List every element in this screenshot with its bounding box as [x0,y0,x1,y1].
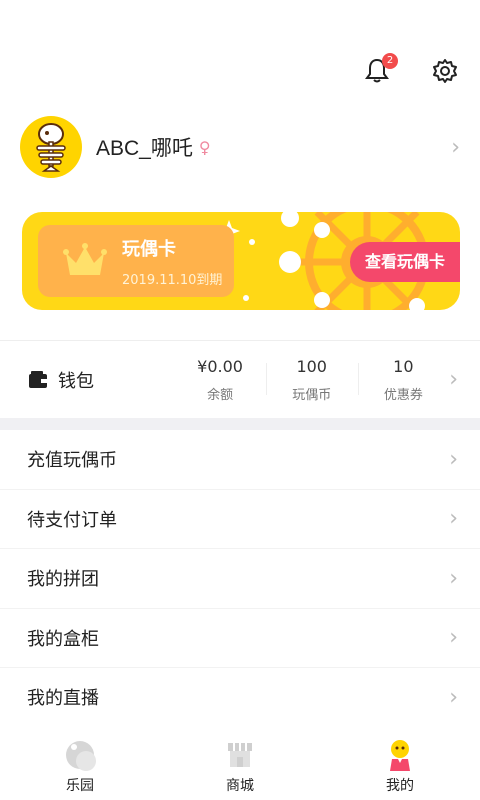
tab-label: 我的 [386,778,414,794]
menu-list: 充值玩偶币 › 待支付订单 › 我的拼团 › 我的盒柜 › 我的直播 › [0,430,480,728]
card-expiry: 2019.11.10到期 [122,272,223,288]
menu-item-label: 我的直播 [27,688,99,710]
menu-item-group-buy[interactable]: 我的拼团 › [0,549,480,609]
tab-label: 乐园 [66,778,94,794]
coupons-value: 10 [393,356,414,376]
chevron-right-icon: › [449,446,458,472]
fishbone-avatar-icon [36,123,66,172]
menu-item-recharge[interactable]: 充值玩偶币 › [0,430,480,490]
chevron-right-icon: › [449,506,458,532]
menu-item-label: 我的拼团 [27,569,99,591]
profile-row[interactable]: ABC_哪吒 ♀ › [20,116,460,178]
doll-card-banner[interactable]: 玩偶卡 2019.11.10到期 查看玩偶卡 [22,212,460,310]
chevron-right-icon: › [449,625,458,651]
settings-button[interactable] [430,56,460,86]
top-header: 2 [362,53,460,86]
bottom-tab-bar: 乐园 商城 我的 [0,725,480,800]
avatar[interactable] [20,116,82,178]
section-divider [0,418,480,430]
me-icon [390,740,410,771]
card-title: 玩偶卡 [122,238,176,260]
chevron-right-icon: › [449,565,458,591]
menu-item-label: 待支付订单 [27,509,117,531]
tab-me[interactable]: 我的 [320,725,480,800]
chevron-right-icon: › [449,684,458,710]
menu-item-pending-orders[interactable]: 待支付订单 › [0,490,480,549]
chevron-right-icon: › [449,367,458,392]
crown-icon [63,243,107,275]
username: ABC_哪吒 [96,137,193,160]
menu-item-box-cabinet[interactable]: 我的盒柜 › [0,609,480,668]
menu-item-label: 我的盒柜 [27,628,99,650]
coins-label: 玩偶币 [292,387,332,403]
gear-icon [433,59,457,83]
coins-stat[interactable]: 100 玩偶币 [265,356,358,403]
notifications-button[interactable]: 2 [362,53,398,86]
balance-value: ¥0.00 [197,356,243,376]
wallet-icon [29,370,47,388]
wallet-label: 钱包 [58,370,94,392]
planet-icon [66,741,96,771]
coins-value: 100 [296,356,327,376]
female-icon: ♀ [198,137,211,157]
balance-label: 余额 [207,387,234,403]
view-card-button[interactable]: 查看玩偶卡 [350,242,460,282]
menu-item-label: 充值玩偶币 [27,450,117,472]
chevron-right-icon: › [451,134,460,160]
notification-badge: 2 [382,53,398,69]
tab-park[interactable]: 乐园 [0,725,160,800]
balance-stat[interactable]: ¥0.00 余额 [174,357,266,403]
menu-item-live[interactable]: 我的直播 › [0,668,480,728]
tab-shop[interactable]: 商城 [160,725,320,800]
tab-label: 商城 [226,778,254,794]
doll-card-info: 玩偶卡 2019.11.10到期 [38,225,234,297]
coupons-stat[interactable]: 10 优惠券 [357,356,450,403]
wallet-row[interactable]: 钱包 ¥0.00 余额 100 玩偶币 10 优惠券 › [0,340,480,418]
shop-icon [228,743,252,767]
coupons-label: 优惠券 [383,387,423,403]
